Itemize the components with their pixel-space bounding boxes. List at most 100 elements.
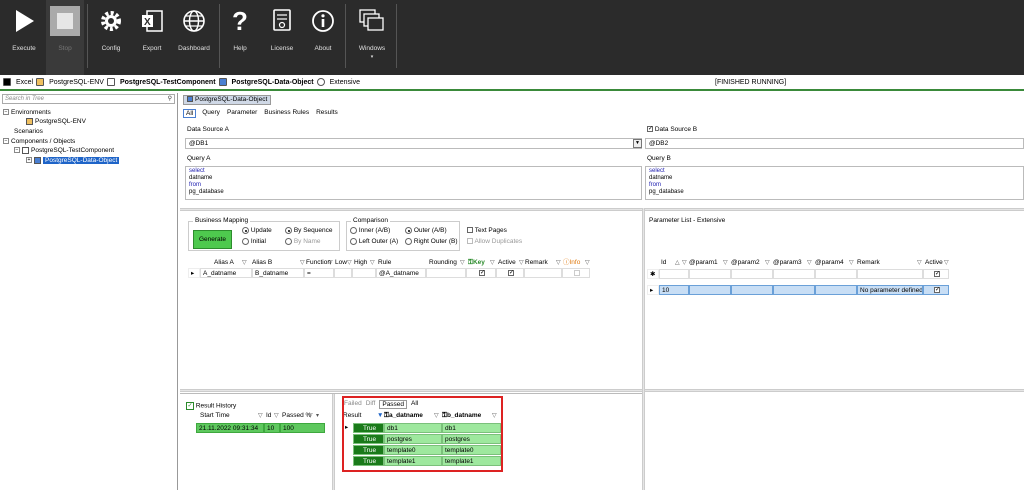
filter-icon[interactable]: ▽ — [274, 411, 279, 421]
filter-icon[interactable]: ▽ — [556, 258, 561, 268]
horizontal-splitter[interactable] — [180, 208, 1024, 211]
col-param4[interactable]: @param4 — [815, 258, 844, 268]
tab-business-rules[interactable]: Business Rules — [263, 109, 310, 118]
search-icon[interactable]: ⚲ — [168, 95, 172, 103]
cell-high[interactable] — [352, 268, 376, 278]
new-row-cell[interactable] — [815, 269, 857, 279]
inner-join-radio[interactable]: Inner (A/B) — [350, 227, 390, 234]
col-alias-a[interactable]: Alias A — [214, 258, 234, 268]
new-row-cell[interactable] — [689, 269, 731, 279]
cell-info[interactable] — [562, 268, 590, 278]
expand-icon[interactable]: + — [26, 157, 32, 164]
tree-node-postgresql-env[interactable]: PostgreSQL-ENV — [26, 117, 86, 126]
by-name-radio[interactable]: By Name — [285, 238, 321, 245]
tree-node-environments[interactable]: − Environments — [3, 108, 51, 117]
col-remark[interactable]: Remark — [525, 258, 548, 268]
allow-duplicates-checkbox[interactable]: Allow Duplicates — [467, 238, 522, 245]
license-button[interactable]: License — [264, 0, 300, 75]
new-row-cell[interactable] — [731, 269, 773, 279]
cell-passed[interactable]: 100 — [280, 423, 325, 433]
filter-icon[interactable]: ▽ — [370, 258, 375, 268]
data-source-b-checkbox[interactable]: ✓ — [647, 126, 653, 133]
col-info[interactable]: ⓘInfo — [563, 258, 580, 268]
col-alias-b[interactable]: Alias B — [252, 258, 272, 268]
cell-param-id[interactable]: 10 — [659, 285, 689, 295]
cell-history-id[interactable]: 10 — [264, 423, 280, 433]
by-sequence-radio[interactable]: By Sequence — [285, 227, 332, 234]
generate-button[interactable]: Generate — [193, 230, 232, 249]
breadcrumb-excel[interactable]: Excel — [16, 79, 33, 86]
col-high[interactable]: High — [354, 258, 367, 268]
new-row-cell[interactable] — [773, 269, 815, 279]
tree-node-scenarios[interactable]: Scenarios — [14, 127, 43, 136]
collapse-icon[interactable]: − — [14, 147, 20, 154]
active-checkbox[interactable]: ✓ — [508, 270, 514, 277]
col-param2[interactable]: @param2 — [731, 258, 760, 268]
horizontal-splitter[interactable] — [180, 389, 642, 392]
filter-icon[interactable]: ▽ — [723, 258, 728, 268]
col-rounding[interactable]: Rounding — [429, 258, 457, 268]
execute-button[interactable]: Execute — [4, 0, 44, 75]
more-icon[interactable]: ▾ — [316, 411, 319, 421]
collapse-icon[interactable]: − — [3, 138, 9, 145]
tree-search-input[interactable]: Search in Tree ⚲ — [2, 94, 175, 104]
filter-icon[interactable]: ▽ — [849, 258, 854, 268]
col-history-id[interactable]: Id — [266, 411, 271, 421]
tab-all[interactable]: All — [183, 109, 197, 118]
sort-icon[interactable]: △ — [675, 258, 680, 268]
col-low[interactable]: Low — [335, 258, 347, 268]
vertical-splitter[interactable] — [642, 208, 645, 490]
cell-param4[interactable] — [815, 285, 857, 295]
col-key[interactable]: ⚿Key — [468, 258, 485, 268]
col-rule[interactable]: Rule — [378, 258, 391, 268]
windows-button[interactable]: Windows ▾ — [352, 0, 392, 75]
new-row-cell[interactable] — [857, 269, 923, 279]
filter-icon[interactable]: ▽ — [460, 258, 465, 268]
breadcrumb-extensive[interactable]: Extensive — [330, 79, 360, 86]
filter-icon[interactable]: ▽ — [765, 258, 770, 268]
cell-rule[interactable]: @A_datname — [376, 268, 426, 278]
horizontal-splitter[interactable] — [645, 389, 1024, 392]
col-remark[interactable]: Remark — [857, 258, 880, 268]
col-param1[interactable]: @param1 — [689, 258, 718, 268]
new-row-active[interactable]: ✓ — [923, 269, 949, 279]
cell-param-active[interactable]: ✓ — [923, 285, 949, 295]
cell-param1[interactable] — [689, 285, 731, 295]
filter-icon[interactable]: ▽ — [917, 258, 922, 268]
cell-rounding[interactable] — [426, 268, 466, 278]
filter-icon[interactable]: ▽ — [308, 411, 313, 421]
col-active[interactable]: Active — [498, 258, 516, 268]
filter-icon[interactable]: ▽ — [258, 411, 263, 421]
stop-button[interactable]: Stop — [46, 0, 84, 75]
tree-node-component[interactable]: − PostgreSQL-TestComponent — [14, 146, 114, 155]
dashboard-button[interactable]: Dashboard — [174, 0, 214, 75]
update-radio[interactable]: Update — [242, 227, 272, 234]
breadcrumb-environment[interactable]: PostgreSQL-ENV — [49, 79, 104, 86]
config-button[interactable]: Config — [92, 0, 130, 75]
tree-node-data-object[interactable]: + PostgreSQL-Data-Object — [26, 156, 120, 165]
filter-icon[interactable]: ▽ — [328, 258, 333, 268]
cell-param3[interactable] — [773, 285, 815, 295]
col-id[interactable]: Id — [661, 258, 666, 268]
left-outer-radio[interactable]: Left Outer (A) — [350, 238, 398, 245]
filter-icon[interactable]: ▽ — [944, 258, 949, 268]
chevron-down-icon[interactable]: ▼ — [633, 139, 642, 148]
right-outer-radio[interactable]: Right Outer (B) — [405, 238, 458, 245]
col-param3[interactable]: @param3 — [773, 258, 802, 268]
query-a-editor[interactable]: select datname from pg_database — [185, 166, 642, 200]
cell-alias-a[interactable]: A_datname — [200, 268, 252, 278]
cell-remark[interactable] — [524, 268, 562, 278]
tab-results[interactable]: Results — [315, 109, 339, 118]
col-active[interactable]: Active — [925, 258, 943, 268]
breadcrumb-component[interactable]: PostgreSQL-TestComponent — [120, 79, 216, 86]
cell-param2[interactable] — [731, 285, 773, 295]
filter-icon[interactable]: ▽ — [519, 258, 524, 268]
text-pages-checkbox[interactable]: Text Pages — [467, 227, 507, 234]
filter-icon[interactable]: ▽ — [347, 258, 352, 268]
filter-icon[interactable]: ▽ — [585, 258, 590, 268]
query-b-editor[interactable]: select datname from pg_database — [645, 166, 1024, 200]
col-start-time[interactable]: Start Time — [200, 411, 230, 421]
help-button[interactable]: ? Help — [224, 0, 256, 75]
filter-icon[interactable]: ▽ — [300, 258, 305, 268]
filter-icon[interactable]: ▽ — [490, 258, 495, 268]
